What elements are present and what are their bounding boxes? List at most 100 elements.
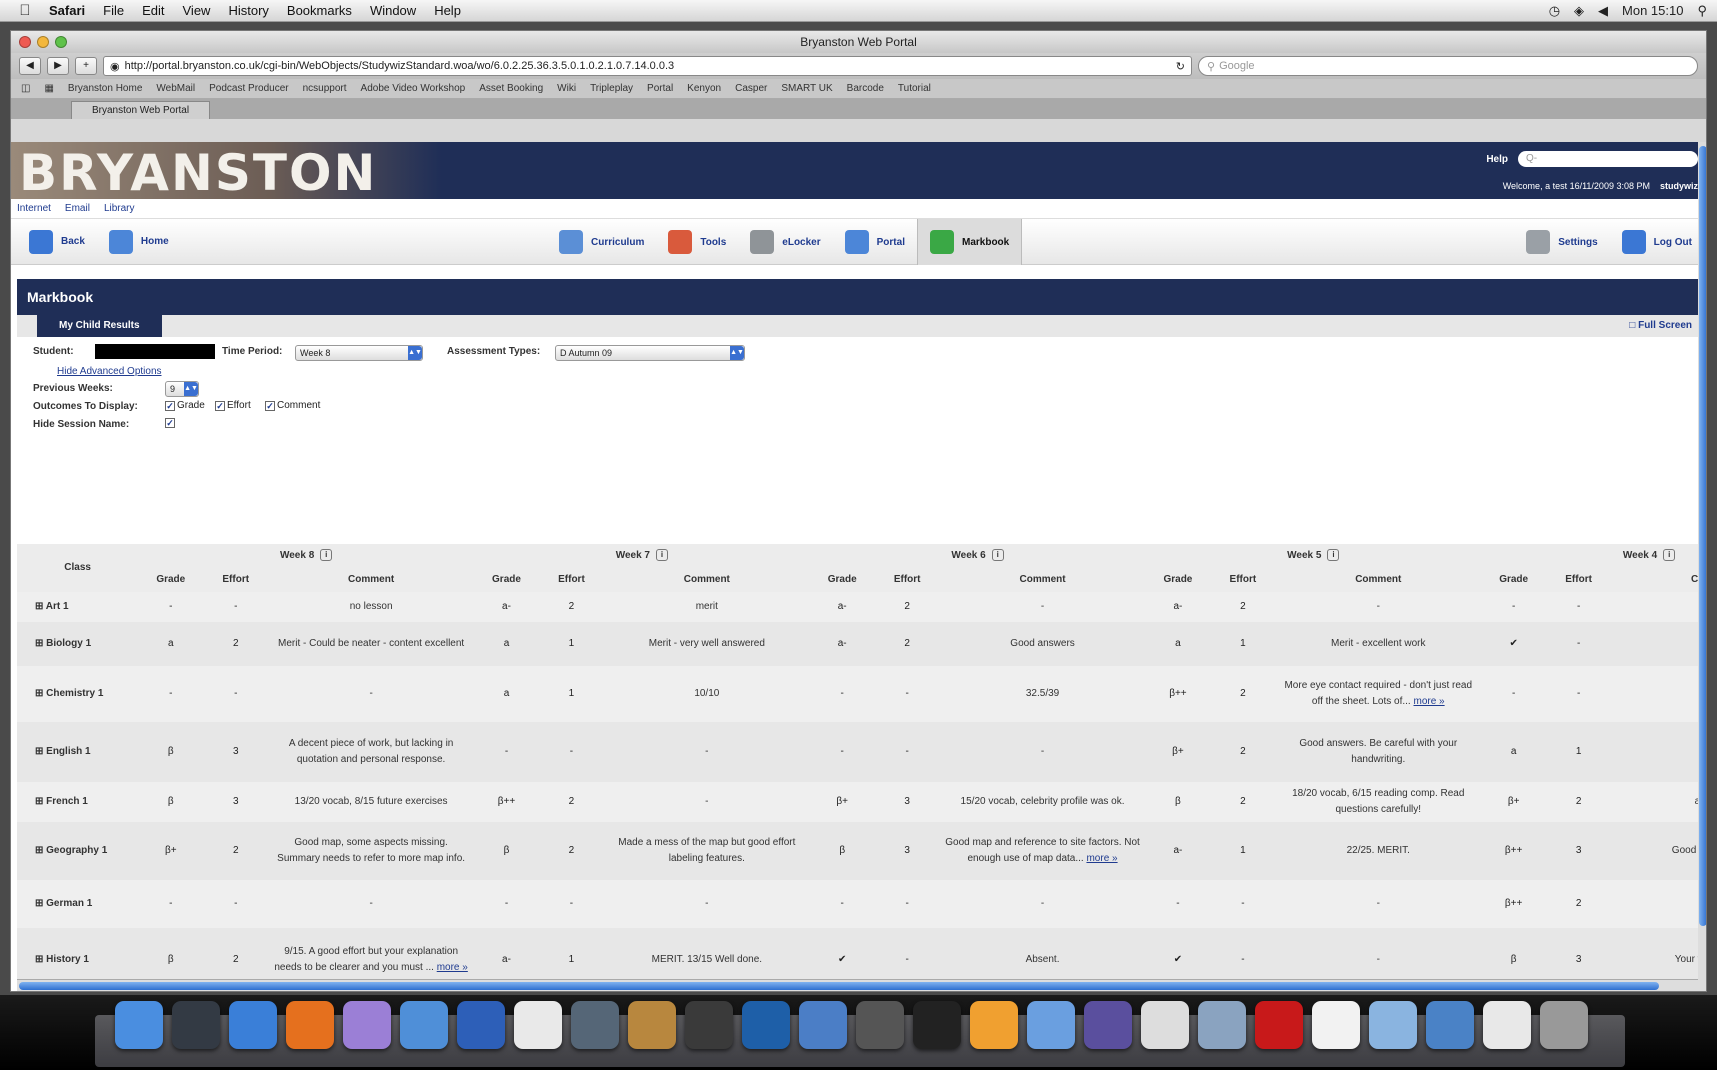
bookmark-podcast-producer[interactable]: Podcast Producer xyxy=(209,83,289,94)
info-icon[interactable]: i xyxy=(1663,549,1676,562)
iphoto-icon[interactable] xyxy=(628,1001,676,1049)
previous-weeks-select[interactable]: 9 ▲▼ xyxy=(165,381,199,397)
finder-icon[interactable] xyxy=(115,1001,163,1049)
time-period-select[interactable]: Week 8 ▲▼ xyxy=(295,345,423,361)
class-name[interactable]: ⊞ Biology 1 xyxy=(17,622,139,666)
bookmark-barcode[interactable]: Barcode xyxy=(847,83,884,94)
bookmark-bryanston-home[interactable]: Bryanston Home xyxy=(68,83,142,94)
topsites-icon[interactable]: ▦ xyxy=(44,83,53,94)
nav-portal[interactable]: Portal xyxy=(833,219,917,265)
imovie-icon[interactable] xyxy=(685,1001,733,1049)
safari-icon[interactable] xyxy=(229,1001,277,1049)
address-bar[interactable]: ◉ http://portal.bryanston.co.uk/cgi-bin/… xyxy=(103,56,1192,76)
wifi-icon[interactable]: ◈ xyxy=(1574,3,1584,19)
imovie-star-icon[interactable] xyxy=(856,1001,904,1049)
dashboard-icon[interactable] xyxy=(172,1001,220,1049)
time-machine-icon[interactable]: ◷ xyxy=(1549,3,1560,19)
outcome-grade-checkbox[interactable]: ✓ Grade xyxy=(165,400,205,411)
word-icon[interactable] xyxy=(457,1001,505,1049)
bookmark-webmail[interactable]: WebMail xyxy=(156,83,195,94)
volume-icon[interactable]: ◀ xyxy=(1598,3,1608,19)
tab-my-child-results[interactable]: My Child Results xyxy=(37,315,162,337)
folder-icon[interactable] xyxy=(1369,1001,1417,1049)
nav-settings[interactable]: Settings xyxy=(1514,219,1609,265)
zoom-window-button[interactable] xyxy=(55,36,67,48)
class-name[interactable]: ⊞ History 1 xyxy=(17,928,139,979)
drive-icon[interactable] xyxy=(1426,1001,1474,1049)
more-link[interactable]: more » xyxy=(1086,853,1117,864)
checkbox-checked[interactable]: ✓ xyxy=(215,400,225,411)
ichat-icon[interactable] xyxy=(343,1001,391,1049)
assessment-types-select[interactable]: D Autumn 09 ▲▼ xyxy=(555,345,745,361)
apple-menu-icon[interactable]:  xyxy=(10,2,40,19)
dial-icon[interactable] xyxy=(1312,1001,1360,1049)
add-bookmark-button[interactable]: + xyxy=(75,57,97,75)
system-icon[interactable] xyxy=(571,1001,619,1049)
info-icon[interactable]: i xyxy=(1327,549,1340,562)
forward-button[interactable]: ▶ xyxy=(47,57,69,75)
checkbox-checked[interactable]: ✓ xyxy=(165,400,175,411)
checkbox-checked[interactable]: ✓ xyxy=(165,418,175,428)
reload-icon[interactable]: ↻ xyxy=(1176,60,1185,73)
quicklink-internet[interactable]: Internet xyxy=(17,203,51,214)
checkbox-checked[interactable]: ✓ xyxy=(265,400,275,411)
clock[interactable]: Mon 15:10 xyxy=(1622,3,1683,18)
full-screen-link[interactable]: □ Full Screen xyxy=(1629,320,1692,331)
bookmark-asset-booking[interactable]: Asset Booking xyxy=(479,83,543,94)
istat-icon[interactable] xyxy=(913,1001,961,1049)
back-button[interactable]: ◀ xyxy=(19,57,41,75)
show-bookmarks-icon[interactable]: ◫ xyxy=(21,83,30,94)
menu-bookmarks[interactable]: Bookmarks xyxy=(278,3,361,18)
photoshop-icon[interactable] xyxy=(742,1001,790,1049)
menu-history[interactable]: History xyxy=(219,3,277,18)
bookmark-ncsupport[interactable]: ncsupport xyxy=(303,83,347,94)
bookmark-kenyon[interactable]: Kenyon xyxy=(687,83,721,94)
bookmark-wiki[interactable]: Wiki xyxy=(557,83,576,94)
bookmark-portal[interactable]: Portal xyxy=(647,83,673,94)
class-name[interactable]: ⊞ French 1 xyxy=(17,782,139,822)
printer-icon[interactable] xyxy=(1141,1001,1189,1049)
help-link[interactable]: Help xyxy=(1486,154,1508,165)
acrobat-icon[interactable] xyxy=(1255,1001,1303,1049)
spotlight-icon[interactable]: ⚲ xyxy=(1697,3,1707,19)
bookmark-casper[interactable]: Casper xyxy=(735,83,767,94)
smart-icon[interactable] xyxy=(1084,1001,1132,1049)
nav-elocker[interactable]: eLocker xyxy=(738,219,832,265)
info-icon[interactable]: i xyxy=(320,549,333,562)
ical-icon[interactable] xyxy=(514,1001,562,1049)
quicklink-email[interactable]: Email xyxy=(65,203,90,214)
nav-tools[interactable]: Tools xyxy=(656,219,738,265)
class-name[interactable]: ⊞ German 1 xyxy=(17,880,139,928)
bookmark-tutorial[interactable]: Tutorial xyxy=(898,83,931,94)
outcome-effort-checkbox[interactable]: ✓ Effort xyxy=(215,400,251,411)
bookmark-tripleplay[interactable]: Tripleplay xyxy=(590,83,633,94)
menu-edit[interactable]: Edit xyxy=(133,3,173,18)
class-name[interactable]: ⊞ Geography 1 xyxy=(17,822,139,880)
outcome-comment-checkbox[interactable]: ✓ Comment xyxy=(265,400,320,411)
more-link[interactable]: more » xyxy=(437,962,468,973)
mail-icon[interactable] xyxy=(1198,1001,1246,1049)
bryanston-logo[interactable]: BRYANSTON xyxy=(11,142,441,202)
site-search-field[interactable]: Q- xyxy=(1518,151,1698,167)
menu-safari[interactable]: Safari xyxy=(40,3,94,18)
bookmark-adobe-video-workshop[interactable]: Adobe Video Workshop xyxy=(361,83,466,94)
class-name[interactable]: ⊞ Art 1 xyxy=(17,592,139,622)
nav-log-out[interactable]: Log Out xyxy=(1610,219,1704,265)
minimize-window-button[interactable] xyxy=(37,36,49,48)
markbook-table-container[interactable]: Class Week 8 i Week 7 i Week 6 i Week 5 i Week 4 i… xyxy=(17,544,1702,979)
horizontal-scrollbar[interactable] xyxy=(17,979,1702,991)
browser-search-field[interactable]: ⚲ Google xyxy=(1198,56,1698,76)
more-link[interactable]: more » xyxy=(1413,696,1444,707)
trash-icon[interactable] xyxy=(1540,1001,1588,1049)
hide-advanced-options-link[interactable]: Hide Advanced Options xyxy=(57,366,162,377)
info-icon[interactable]: i xyxy=(656,549,668,562)
nav-home[interactable]: Home xyxy=(97,219,181,265)
nav-curriculum[interactable]: Curriculum xyxy=(547,219,656,265)
preview-icon[interactable] xyxy=(400,1001,448,1049)
nav-back[interactable]: Back xyxy=(17,219,97,265)
vertical-scrollbar[interactable] xyxy=(1698,142,1706,991)
nav-markbook[interactable]: Markbook xyxy=(916,219,1023,265)
menu-window[interactable]: Window xyxy=(361,3,425,18)
itunes-icon[interactable] xyxy=(1027,1001,1075,1049)
apple-icon[interactable] xyxy=(1483,1001,1531,1049)
